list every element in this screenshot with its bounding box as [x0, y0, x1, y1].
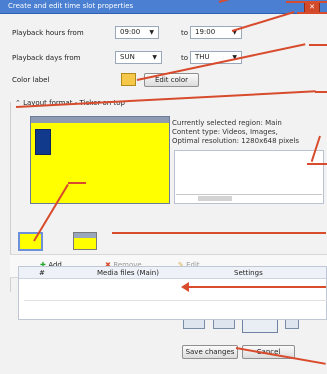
days-to-label: to	[181, 54, 189, 62]
media-thumbnail	[35, 129, 51, 155]
scroll-thumb[interactable]	[198, 196, 232, 201]
callout-line	[297, 12, 327, 14]
col-settings: Settings	[234, 269, 263, 277]
info-line: Currently selected region: Main	[172, 119, 282, 127]
hours-from-value: 09:00	[120, 28, 141, 36]
save-changes-button[interactable]: Save changes	[182, 345, 238, 359]
arrowhead-icon	[181, 282, 189, 292]
chevron-down-icon: ▼	[152, 54, 157, 61]
hours-to-select[interactable]: 19:00 ▼	[190, 26, 242, 39]
playback-hours-label: Playback hours from	[12, 29, 84, 37]
region-scrollbar[interactable]	[176, 194, 322, 202]
close-icon: ✕	[309, 3, 315, 11]
hours-to-value: 19:00	[195, 28, 216, 36]
callout-line	[286, 1, 327, 3]
callout-line	[309, 44, 327, 46]
callout-line	[188, 286, 326, 288]
days-to-value: THU	[195, 53, 210, 61]
days-from-select[interactable]: SUN ▼	[115, 51, 162, 64]
divider	[24, 300, 327, 301]
layout-option-2[interactable]	[73, 232, 97, 250]
info-line: Content type: Videos, Images,	[172, 128, 278, 136]
col-media-files: Media files (Main)	[97, 269, 159, 277]
playback-days-label: Playback days from	[12, 54, 81, 62]
ticker-region	[31, 117, 169, 123]
layout-option-1[interactable]	[18, 232, 43, 251]
title-bar: Create and edit time slot properties ✕	[0, 0, 327, 14]
hours-from-select[interactable]: 09:00 ▼	[115, 26, 159, 39]
layout-info: Currently selected region: Main Content …	[172, 119, 322, 146]
layout-option-2-top	[74, 233, 96, 238]
callout-line	[307, 163, 327, 165]
hours-to-label: to	[181, 29, 189, 37]
table-header: # Media files (Main) Settings	[19, 267, 326, 279]
chevron-down-icon: ▼	[149, 29, 154, 36]
color-swatch[interactable]	[121, 73, 136, 86]
layout-preview[interactable]	[30, 116, 170, 204]
days-from-value: SUN	[120, 53, 135, 61]
col-number: #	[39, 269, 45, 277]
callout-line	[68, 182, 86, 184]
color-label: Color label	[12, 76, 50, 84]
window-title: Create and edit time slot properties	[8, 2, 134, 10]
callout-line	[136, 43, 306, 81]
callout-line	[315, 91, 327, 93]
callout-line	[112, 232, 326, 234]
info-line: Optimal resolution: 1280x648 pixels	[172, 137, 300, 145]
callout-line	[231, 11, 295, 32]
media-files-table: # Media files (Main) Settings	[18, 266, 327, 320]
